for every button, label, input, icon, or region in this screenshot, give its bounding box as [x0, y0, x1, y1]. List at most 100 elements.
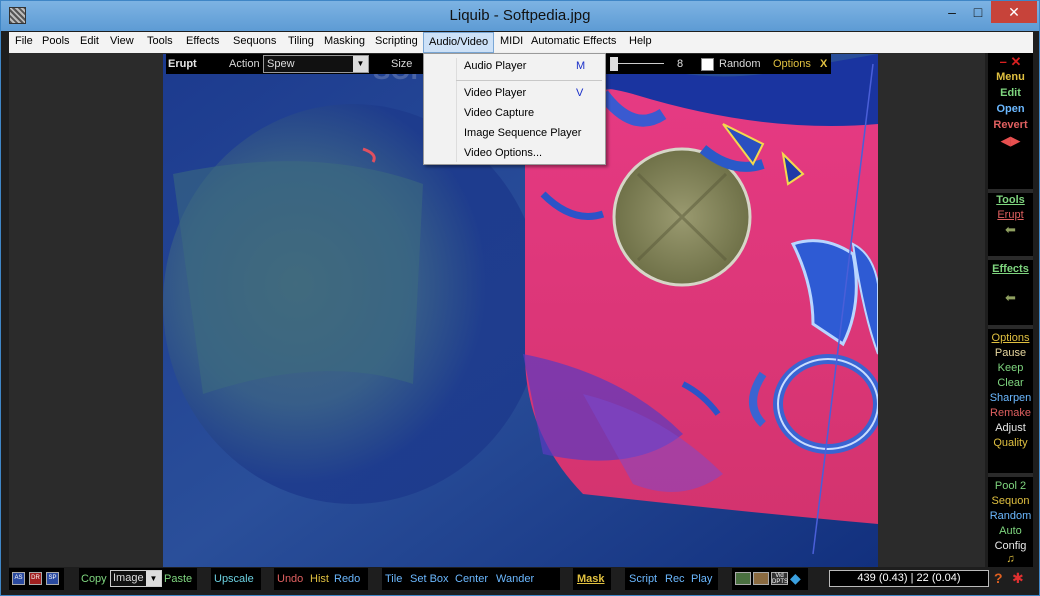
rec-button[interactable]: Rec: [665, 573, 685, 585]
picture-icon[interactable]: [753, 572, 769, 585]
script-button[interactable]: Script: [629, 573, 657, 585]
minimize-panel-icon[interactable]: – ✕: [988, 54, 1033, 70]
panel-pool[interactable]: Pool 2: [988, 480, 1033, 492]
menu-audio-player[interactable]: Audio Player: [464, 60, 526, 72]
script-group: Script Rec Play: [625, 568, 718, 590]
vid-dpts-icon[interactable]: Vid DPTS: [771, 572, 788, 585]
panel-pause[interactable]: Pause: [988, 347, 1033, 359]
panel-adjust[interactable]: Adjust: [988, 422, 1033, 434]
image-icon[interactable]: [735, 572, 751, 585]
menu-masking[interactable]: Masking: [324, 35, 365, 47]
maximize-button[interactable]: □: [963, 1, 993, 23]
action-value: Spew: [267, 58, 295, 70]
panel-config[interactable]: Config: [988, 540, 1033, 552]
menu-audio-video[interactable]: Audio/Video: [423, 32, 495, 53]
chevron-down-icon[interactable]: ▼: [146, 571, 161, 586]
effect-name: Erupt: [168, 58, 197, 70]
panel-menu[interactable]: Menu: [988, 71, 1033, 83]
size-slider-thumb[interactable]: [610, 57, 618, 71]
arrow-left-right-icon[interactable]: ◀▶: [988, 133, 1033, 149]
dr-mode-icon[interactable]: DR: [29, 572, 42, 585]
coordinate-readout: 439 (0.43) | 22 (0.04): [829, 570, 989, 587]
wander-button[interactable]: Wander: [496, 573, 534, 585]
panel-open[interactable]: Open: [988, 103, 1033, 115]
window-title: Liquib - Softpedia.jpg: [449, 7, 591, 24]
panel-tools-current[interactable]: Erupt: [988, 209, 1033, 221]
mask-group: Mask: [573, 568, 611, 590]
upscale-button[interactable]: Upscale: [214, 573, 254, 585]
center-button[interactable]: Center: [455, 573, 488, 585]
panel-revert[interactable]: Revert: [988, 119, 1033, 131]
menu-video-player[interactable]: Video Player: [464, 87, 526, 99]
play-button[interactable]: Play: [691, 573, 712, 585]
menu-effects[interactable]: Effects: [186, 35, 219, 47]
mask-button[interactable]: Mask: [577, 573, 605, 585]
arrow-left-icon[interactable]: ⬅: [988, 222, 1033, 238]
panel-sequon[interactable]: Sequon: [988, 495, 1033, 507]
panel-quality[interactable]: Quality: [988, 437, 1033, 449]
help-icon[interactable]: ?: [994, 570, 1003, 586]
menu-sequons[interactable]: Sequons: [233, 35, 276, 47]
upscale-group: Upscale: [211, 568, 261, 590]
mode-icons-group: AS DR SP: [9, 568, 64, 590]
panel-options[interactable]: Options: [988, 332, 1033, 344]
paste-button[interactable]: Paste: [164, 573, 192, 585]
menu-edit[interactable]: Edit: [80, 35, 99, 47]
menu-midi[interactable]: MIDI: [500, 35, 523, 47]
shortcut-audio-player: M: [576, 60, 586, 72]
right-panel: – ✕ Menu Edit Open Revert ◀▶ Tools Erupt…: [988, 53, 1033, 567]
menu-video-capture[interactable]: Video Capture: [464, 107, 534, 119]
as-mode-icon[interactable]: AS: [12, 572, 25, 585]
audio-video-menu: Audio Player M Video Player V Video Capt…: [423, 53, 606, 165]
copy-button[interactable]: Copy: [81, 573, 107, 585]
sp-mode-icon[interactable]: SP: [46, 572, 59, 585]
action-label: Action: [229, 58, 260, 70]
redo-button[interactable]: Redo: [334, 573, 360, 585]
close-button[interactable]: ✕: [991, 1, 1037, 23]
menu-video-options[interactable]: Video Options...: [464, 147, 542, 159]
action-select[interactable]: Spew ▼: [263, 55, 369, 73]
tiling-group: Tile Set Box Center Wander: [382, 568, 560, 590]
diamond-icon[interactable]: ◆: [790, 570, 801, 587]
size-value: 8: [677, 58, 684, 70]
chevron-down-icon[interactable]: ▼: [353, 56, 368, 72]
tile-button[interactable]: Tile: [385, 573, 402, 585]
menu-file[interactable]: File: [15, 35, 33, 47]
copy-source-value: Image: [113, 572, 144, 584]
shortcut-video-player: V: [576, 87, 584, 99]
music-note-icon[interactable]: ♫: [988, 553, 1033, 565]
undo-button[interactable]: Undo: [277, 573, 303, 585]
panel-tools[interactable]: Tools: [988, 194, 1033, 206]
size-slider[interactable]: [616, 63, 664, 64]
set-box-button[interactable]: Set Box: [410, 573, 449, 585]
menu-tiling[interactable]: Tiling: [288, 35, 314, 47]
menu-bar: File Pools Edit View Tools Effects Sequo…: [9, 32, 1033, 53]
random-label: Random: [719, 58, 761, 70]
toolbar-close-button[interactable]: X: [820, 58, 827, 70]
panel-sharpen[interactable]: Sharpen: [988, 392, 1033, 404]
menu-scripting[interactable]: Scripting: [375, 35, 418, 47]
copy-source-select[interactable]: Image ▼: [110, 570, 162, 587]
panel-keep[interactable]: Keep: [988, 362, 1033, 374]
panel-edit[interactable]: Edit: [988, 87, 1033, 99]
menu-separator: [456, 80, 602, 81]
panel-auto[interactable]: Auto: [988, 525, 1033, 537]
panel-effects[interactable]: Effects: [988, 263, 1033, 275]
panel-remake[interactable]: Remake: [988, 407, 1033, 419]
menu-pools[interactable]: Pools: [42, 35, 70, 47]
panel-clear[interactable]: Clear: [988, 377, 1033, 389]
size-label: Size: [391, 58, 413, 70]
arrow-left-icon[interactable]: ⬅: [988, 290, 1033, 306]
menu-tools[interactable]: Tools: [147, 35, 173, 47]
menu-help[interactable]: Help: [629, 35, 652, 47]
random-checkbox[interactable]: [701, 58, 714, 71]
menu-image-sequence-player[interactable]: Image Sequence Player: [464, 127, 581, 139]
sparkle-icon[interactable]: ✱: [1012, 570, 1024, 587]
media-icons-group: Vid DPTS ◆: [732, 568, 808, 590]
title-bar: Liquib - Softpedia.jpg – □ ✕: [1, 1, 1039, 31]
hist-button[interactable]: Hist: [310, 573, 329, 585]
menu-automatic-effects[interactable]: Automatic Effects: [531, 35, 616, 47]
panel-random[interactable]: Random: [988, 510, 1033, 522]
menu-view[interactable]: View: [110, 35, 134, 47]
options-link[interactable]: Options: [773, 58, 811, 70]
